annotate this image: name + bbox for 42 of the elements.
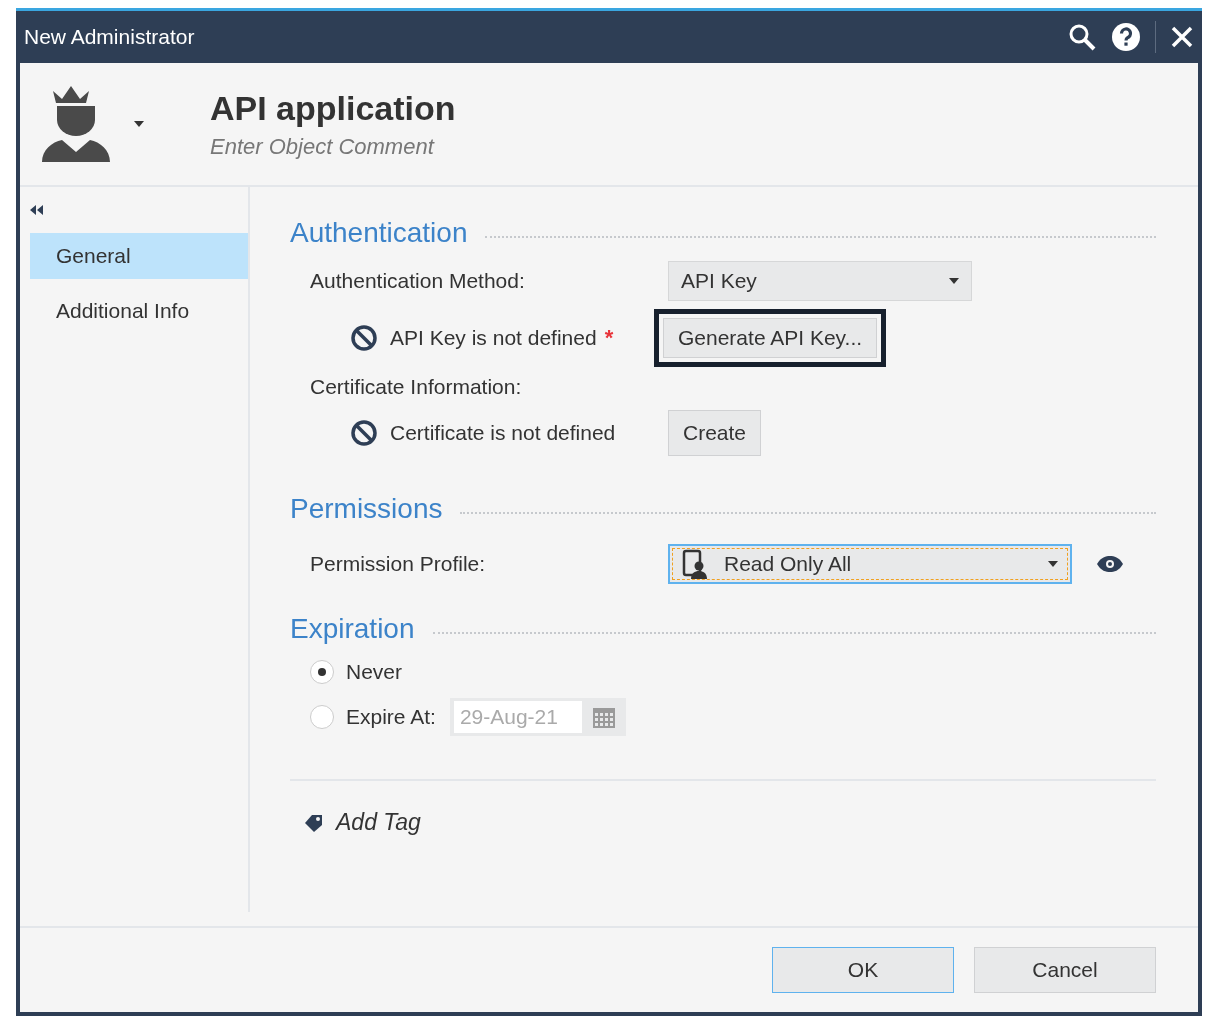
sidebar-item[interactable]: Additional Info [30,288,248,334]
prohibited-icon [350,324,378,352]
caret-icon [134,121,144,127]
radio-option[interactable]: Expire At: [310,704,436,729]
caret-icon [949,278,959,284]
section-title: Permissions [290,493,443,525]
collapse-icon[interactable] [30,205,44,215]
radio-button[interactable] [310,704,334,729]
search-icon [1067,22,1097,52]
radio-button[interactable] [310,659,334,684]
caret-icon [1048,561,1058,567]
status-text: Certificate is not defined [390,421,616,445]
profile-icon [682,549,710,579]
add-tag-link[interactable]: Add Tag [304,809,421,836]
help-icon [1111,22,1141,52]
prohibited-icon [350,419,378,447]
field-label: Permission Profile: [309,552,487,576]
radio-option[interactable]: Never [310,659,403,684]
calendar-icon [591,705,616,728]
dialog-button[interactable]: OK [772,947,954,993]
section-title: Expiration [290,613,415,645]
close-icon [1170,25,1194,49]
create-button[interactable]: Create [668,410,762,456]
profile-dropdown[interactable]: Read Only All [668,544,1072,584]
dialog-button[interactable]: Cancel [974,947,1156,993]
close-button[interactable] [1170,25,1194,49]
sidebar-item[interactable]: General [30,233,248,279]
generate-key-button[interactable]: Generate API Key... [663,318,878,358]
eye-icon[interactable] [1096,555,1124,573]
method-dropdown[interactable]: API Key [668,261,972,301]
comment-field[interactable]: Enter Object Comment [210,133,510,160]
required-mark: * [604,325,614,351]
window-title: New Administrator [24,25,196,49]
help-button[interactable] [1111,22,1141,52]
tag-icon [304,813,324,832]
field-label: Authentication Method: [309,269,526,293]
field-label: Certificate Information: [309,375,523,399]
status-text: API Key is not defined [390,326,597,350]
section-title: Authentication [290,217,468,249]
administrator-icon[interactable] [40,84,112,164]
search-button[interactable] [1067,22,1097,52]
object-name: API application [210,88,457,128]
